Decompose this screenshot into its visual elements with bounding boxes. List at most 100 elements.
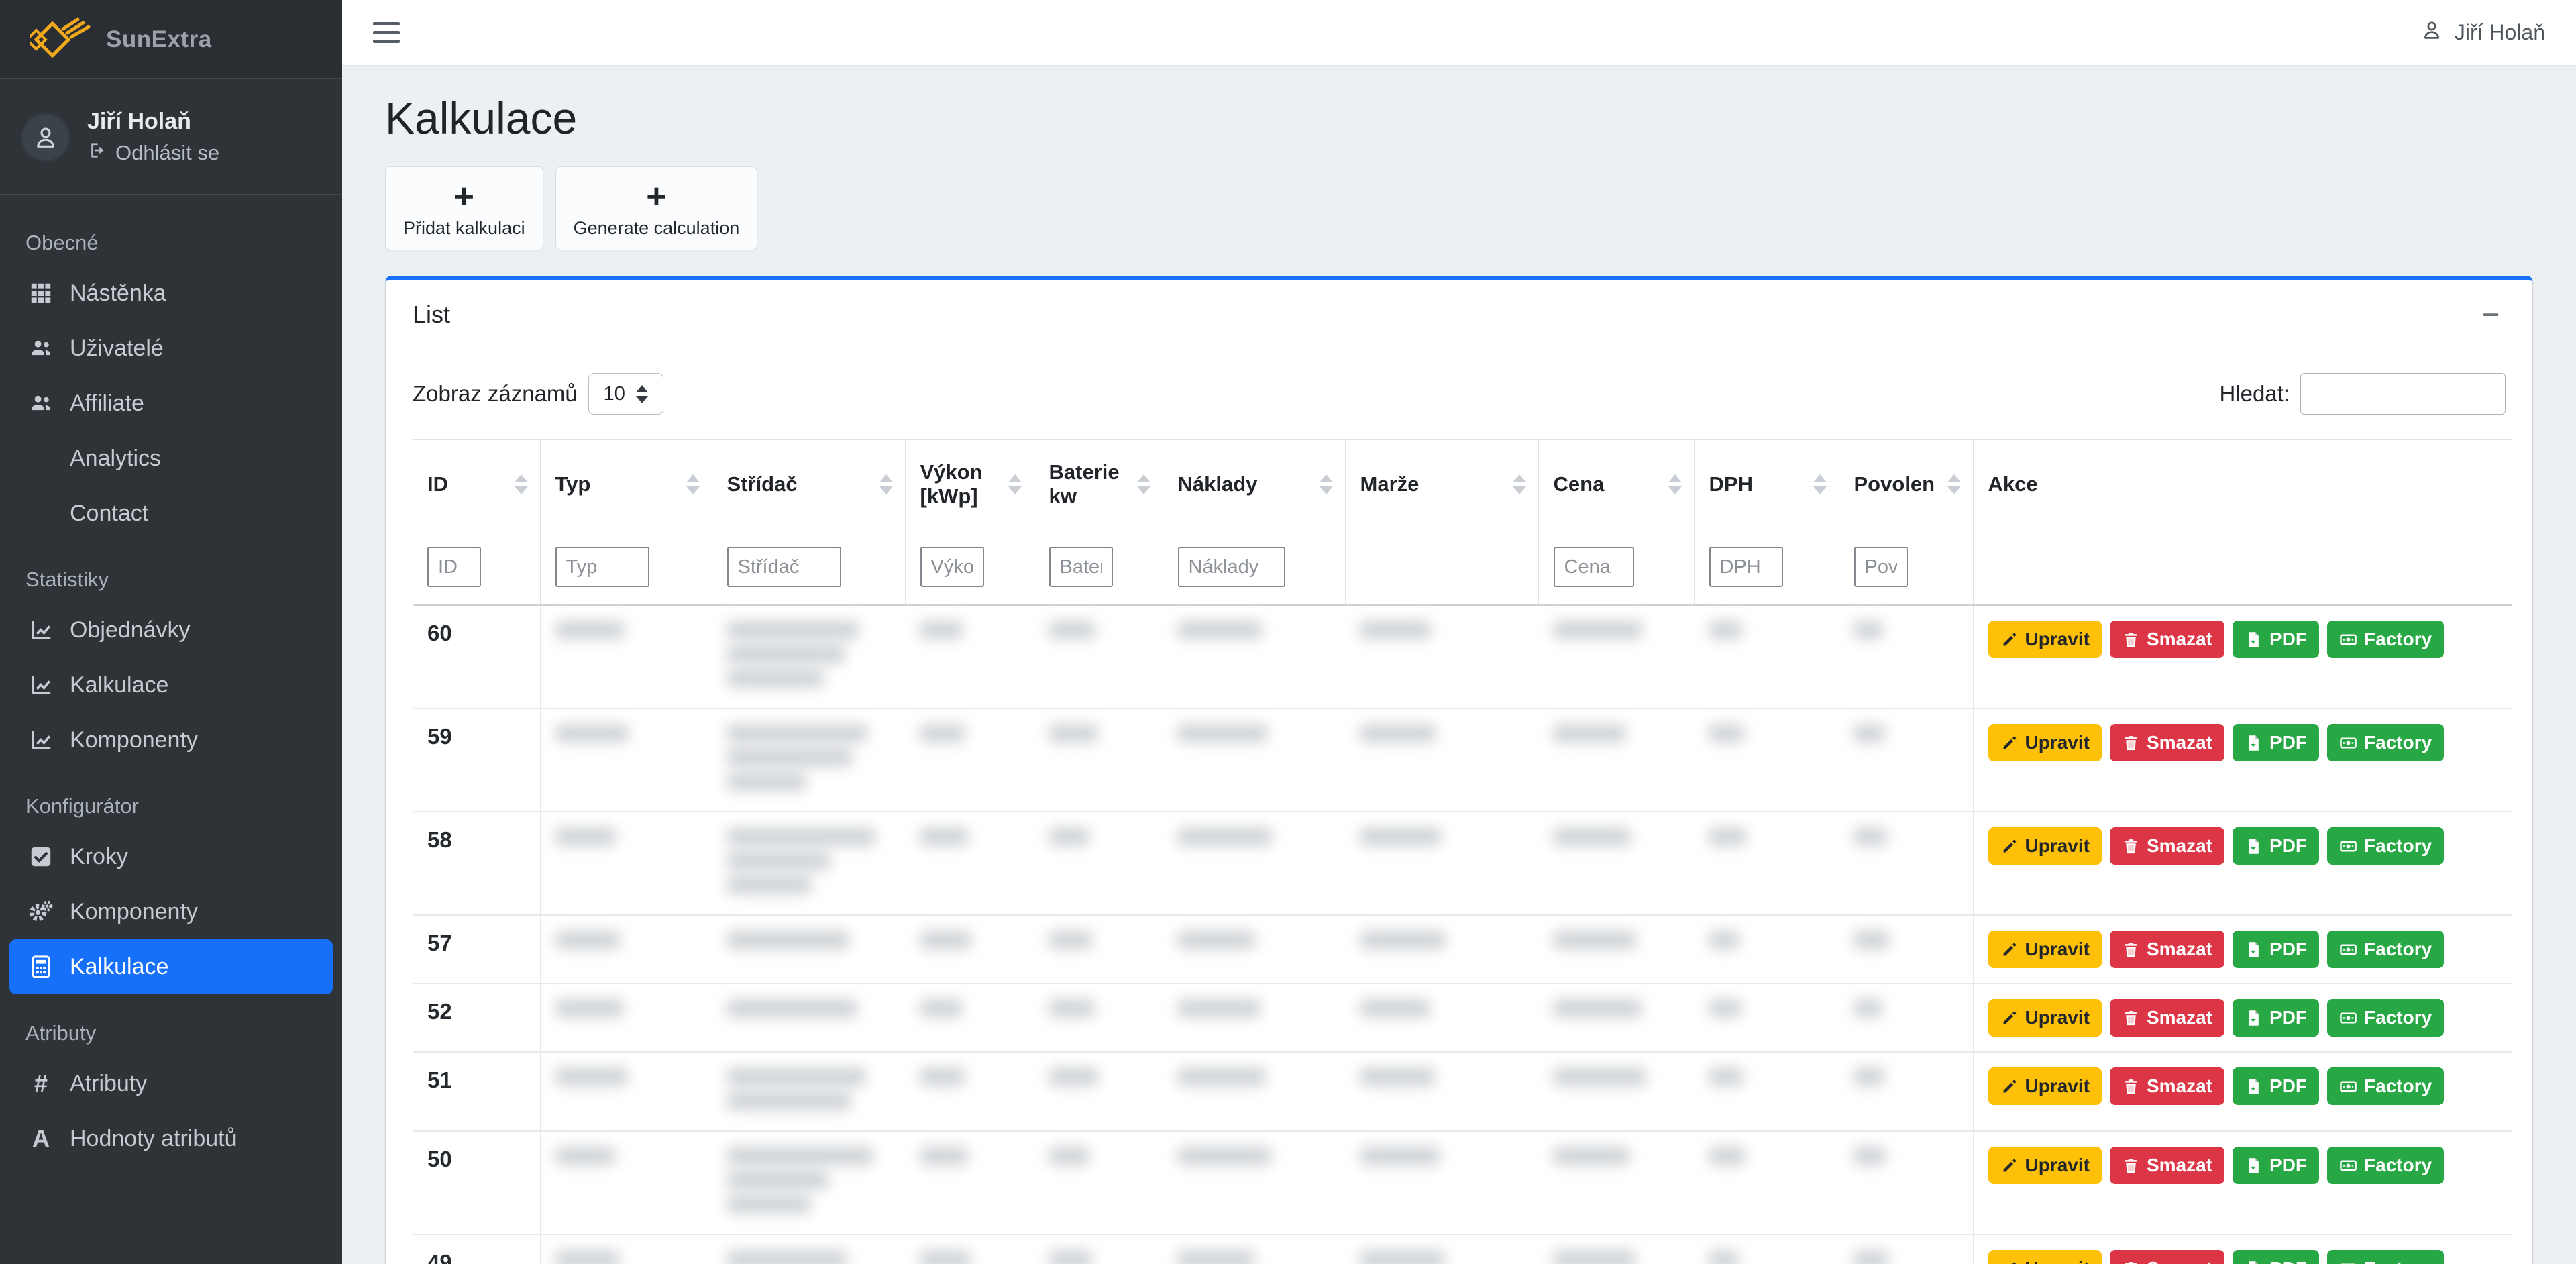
- sidebar-item-nastenka[interactable]: Nástěnka: [9, 266, 333, 321]
- pdf-button[interactable]: PDF: [2233, 1147, 2319, 1184]
- action-label: Upravit: [2025, 1155, 2090, 1176]
- brand-name[interactable]: SunExtra: [106, 26, 212, 53]
- column-header-dph[interactable]: DPH: [1694, 439, 1839, 529]
- smazat-button[interactable]: Smazat: [2110, 724, 2224, 761]
- filter-input-vykon-kwp-[interactable]: [920, 547, 984, 587]
- chart-icon: [25, 727, 56, 753]
- sidebar-item-atributy[interactable]: #Atributy: [9, 1056, 333, 1111]
- smazat-button[interactable]: Smazat: [2110, 931, 2224, 968]
- smazat-button[interactable]: Smazat: [2110, 1067, 2224, 1105]
- sort-icon[interactable]: [1137, 474, 1150, 494]
- factory-button[interactable]: Factory: [2327, 999, 2444, 1037]
- pdf-button[interactable]: PDF: [2233, 1067, 2319, 1105]
- add-calculation-button[interactable]: + Přidat kalkulaci: [385, 166, 543, 250]
- column-header-typ[interactable]: Typ: [540, 439, 712, 529]
- upravit-button[interactable]: Upravit: [1988, 621, 2102, 658]
- sidebar-item-affiliate[interactable]: Affiliate: [9, 376, 333, 431]
- smazat-button[interactable]: Smazat: [2110, 1147, 2224, 1184]
- smazat-button[interactable]: Smazat: [2110, 621, 2224, 658]
- column-label: Baterie kw: [1049, 460, 1120, 508]
- sort-icon[interactable]: [686, 474, 700, 494]
- sidebar-item-objednavky[interactable]: Objednávky: [9, 602, 333, 657]
- page-size-select[interactable]: 10: [588, 373, 663, 415]
- upravit-button[interactable]: Upravit: [1988, 1147, 2102, 1184]
- sort-icon[interactable]: [1008, 474, 1022, 494]
- pdf-button[interactable]: PDF: [2233, 724, 2319, 761]
- sidebar-toggle-icon[interactable]: [373, 22, 400, 43]
- factory-button[interactable]: Factory: [2327, 1250, 2444, 1264]
- filter-input-povolen[interactable]: [1854, 547, 1908, 587]
- column-header-cena[interactable]: Cena: [1538, 439, 1694, 529]
- cell-povolen-blurred: [1839, 708, 1973, 812]
- sort-icon[interactable]: [1668, 474, 1682, 494]
- generate-calculation-button[interactable]: + Generate calculation: [555, 166, 758, 250]
- column-header-id[interactable]: ID: [413, 439, 540, 529]
- pdf-button[interactable]: PDF: [2233, 999, 2319, 1037]
- filter-input-naklady[interactable]: [1178, 547, 1285, 587]
- cell-povolen-blurred: [1839, 1052, 1973, 1131]
- upravit-button[interactable]: Upravit: [1988, 999, 2102, 1037]
- filter-input-baterie-kw[interactable]: [1049, 547, 1113, 587]
- sidebar-item-uzivatele[interactable]: Uživatelé: [9, 321, 333, 376]
- column-header-povolen[interactable]: Povolen: [1839, 439, 1973, 529]
- filter-input-dph[interactable]: [1709, 547, 1783, 587]
- sidebar-item-kroky[interactable]: Kroky: [9, 829, 333, 884]
- sort-icon[interactable]: [879, 474, 893, 494]
- file-pdf-icon: [2245, 941, 2263, 959]
- factory-button[interactable]: Factory: [2327, 621, 2444, 658]
- sidebar-item-hodnoty-atributu[interactable]: AHodnoty atributů: [9, 1111, 333, 1166]
- sort-icon[interactable]: [1320, 474, 1333, 494]
- filter-input-typ[interactable]: [555, 547, 649, 587]
- factory-button[interactable]: Factory: [2327, 1067, 2444, 1105]
- pdf-button[interactable]: PDF: [2233, 931, 2319, 968]
- cell-vykon-kwp--blurred: [905, 1052, 1034, 1131]
- action-label: Upravit: [2025, 1258, 2090, 1264]
- sidebar-item-komponenty[interactable]: Komponenty: [9, 884, 333, 939]
- sort-icon[interactable]: [515, 474, 528, 494]
- factory-button[interactable]: Factory: [2327, 1147, 2444, 1184]
- column-header-naklady[interactable]: Náklady: [1163, 439, 1345, 529]
- pdf-button[interactable]: PDF: [2233, 827, 2319, 865]
- sidebar-item-analytics[interactable]: Analytics: [9, 431, 333, 486]
- upravit-button[interactable]: Upravit: [1988, 827, 2102, 865]
- column-header-marze[interactable]: Marže: [1345, 439, 1538, 529]
- action-label: PDF: [2269, 835, 2307, 857]
- pdf-button[interactable]: PDF: [2233, 1250, 2319, 1264]
- column-label: Marže: [1360, 472, 1419, 496]
- smazat-button[interactable]: Smazat: [2110, 999, 2224, 1037]
- action-label: Factory: [2364, 939, 2432, 960]
- filter-input-stridac[interactable]: [727, 547, 841, 587]
- smazat-button[interactable]: Smazat: [2110, 1250, 2224, 1264]
- search-input[interactable]: [2300, 373, 2506, 415]
- filter-input-cena[interactable]: [1554, 547, 1634, 587]
- filter-input-id[interactable]: [427, 547, 481, 587]
- sidebar-item-kalkulace[interactable]: Kalkulace: [9, 939, 333, 994]
- collapse-button[interactable]: [2476, 300, 2506, 329]
- brand[interactable]: SunExtra: [0, 0, 342, 79]
- sort-icon[interactable]: [1947, 474, 1961, 494]
- list-card: List Zobraz záznamů 10: [385, 276, 2533, 1264]
- upravit-button[interactable]: Upravit: [1988, 931, 2102, 968]
- column-header-vykon-kwp-[interactable]: Výkon [kWp]: [905, 439, 1034, 529]
- sort-icon[interactable]: [1813, 474, 1827, 494]
- trash-icon: [2122, 1009, 2140, 1027]
- factory-button[interactable]: Factory: [2327, 827, 2444, 865]
- upravit-button[interactable]: Upravit: [1988, 1067, 2102, 1105]
- topbar-user-menu[interactable]: Jiří Holaň: [2420, 18, 2545, 48]
- cell-povolen-blurred: [1839, 812, 1973, 915]
- smazat-button[interactable]: Smazat: [2110, 827, 2224, 865]
- sidebar-item-komponenty[interactable]: Komponenty: [9, 713, 333, 768]
- factory-button[interactable]: Factory: [2327, 724, 2444, 761]
- upravit-button[interactable]: Upravit: [1988, 1250, 2102, 1264]
- cell-typ-blurred: [540, 708, 712, 812]
- logout-link[interactable]: Odhlásit se: [87, 140, 219, 166]
- sort-icon[interactable]: [1513, 474, 1526, 494]
- column-header-baterie-kw[interactable]: Baterie kw: [1034, 439, 1163, 529]
- column-header-stridac[interactable]: Střídač: [712, 439, 905, 529]
- sidebar-item-kalkulace[interactable]: Kalkulace: [9, 657, 333, 713]
- factory-button[interactable]: Factory: [2327, 931, 2444, 968]
- pdf-button[interactable]: PDF: [2233, 621, 2319, 658]
- sidebar-item-contact[interactable]: Contact: [9, 486, 333, 541]
- upravit-button[interactable]: Upravit: [1988, 724, 2102, 761]
- action-label: Upravit: [2025, 1007, 2090, 1029]
